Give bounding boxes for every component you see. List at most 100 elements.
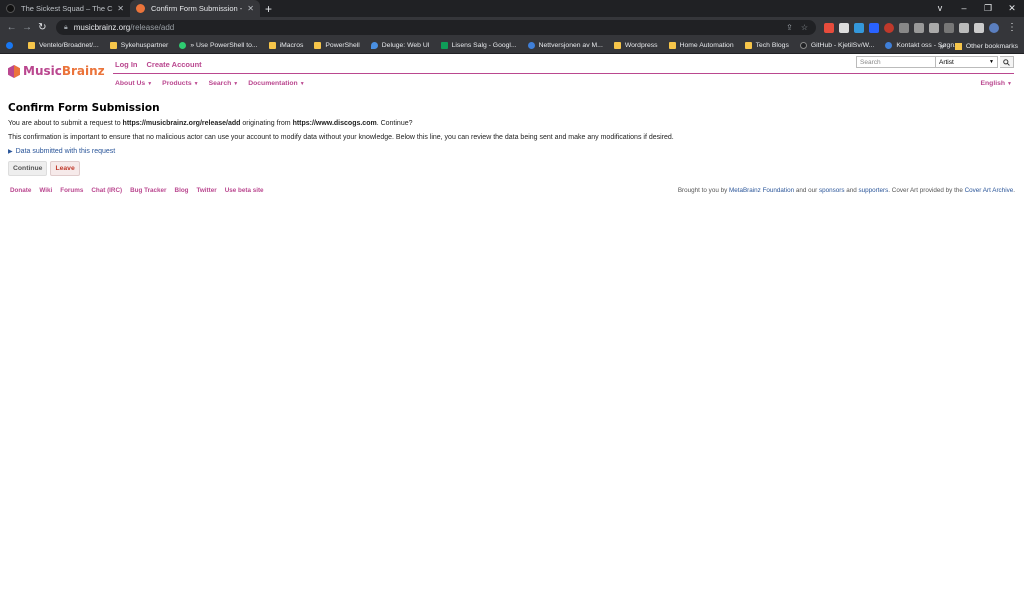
folder-icon <box>109 42 117 49</box>
footer-wiki-link[interactable]: Wiki <box>39 187 52 194</box>
extension-icon[interactable] <box>943 22 954 33</box>
extension-icon[interactable] <box>823 22 834 33</box>
tab-strip: The Sickest Squad – The Celebr ✕ Confirm… <box>0 0 1024 17</box>
bookmark-item[interactable]: Deluge: Web UI <box>370 42 430 49</box>
bookmark-item[interactable]: GitHub - KjetilSv/W... <box>799 42 874 49</box>
extension-icon[interactable] <box>853 22 864 33</box>
menu-documentation[interactable]: Documentation ▼ <box>248 80 304 87</box>
folder-icon <box>954 42 962 50</box>
continue-button[interactable]: Continue <box>8 161 48 176</box>
bookmark-item[interactable]: Tech Blogs <box>744 42 789 49</box>
reload-icon[interactable]: ↻ <box>35 22 50 33</box>
window-controls: v – ❐ ✕ <box>928 0 1024 17</box>
cover-art-archive-link[interactable]: Cover Art Archive <box>965 187 1014 194</box>
header-search: Artist ▼ <box>856 56 1014 68</box>
extension-icon[interactable] <box>868 22 879 33</box>
musicbrainz-page: MusicBrainz Log In Create Account Artist… <box>0 54 1024 194</box>
footer-bug-tracker-link[interactable]: Bug Tracker <box>130 187 166 194</box>
extension-icon[interactable] <box>928 22 939 33</box>
ublock-icon[interactable] <box>883 22 894 33</box>
search-button[interactable] <box>1000 56 1014 68</box>
folder-icon <box>668 42 676 49</box>
mail-icon <box>527 42 535 49</box>
form-actions: Continue Leave <box>8 161 1013 176</box>
footer-credits: Brought to you by MetaBrainz Foundation … <box>677 187 1015 194</box>
profile-avatar-icon[interactable] <box>988 22 999 33</box>
tab-confirm-form[interactable]: Confirm Form Submission - Mus ✕ <box>130 0 260 17</box>
other-bookmarks[interactable]: Other bookmarks <box>954 38 1018 53</box>
folder-icon <box>268 42 276 49</box>
bookmark-item[interactable]: Nettversjonen av M... <box>527 42 603 49</box>
security-explanation: This confirmation is important to ensure… <box>8 134 674 141</box>
github-icon <box>799 42 807 49</box>
drop-icon <box>370 42 378 49</box>
browser-chrome: The Sickest Squad – The Celebr ✕ Confirm… <box>0 0 1024 54</box>
confirm-message: You are about to submit a request to htt… <box>8 120 413 127</box>
browser-toolbar: ← → ↻ 🔒︎ musicbrainz.org /release/add ⇪ … <box>0 17 1024 38</box>
caret-down-icon: ▼ <box>1007 81 1012 87</box>
close-window-icon[interactable]: ✕ <box>1000 0 1024 17</box>
bookmark-item[interactable]: Kontakt oss - Søgn... <box>885 42 960 49</box>
footer-donate-link[interactable]: Donate <box>10 187 31 194</box>
bookmark-item[interactable]: » Use PowerShell to... <box>179 42 258 49</box>
footer-beta-site-link[interactable]: Use beta site <box>225 187 264 194</box>
moon-icon <box>885 42 893 49</box>
new-tab-plus-icon[interactable]: + <box>260 0 277 17</box>
restore-icon[interactable]: ❐ <box>976 0 1000 17</box>
back-arrow-icon[interactable]: ← <box>4 22 19 33</box>
leave-button[interactable]: Leave <box>50 161 80 176</box>
bookmark-item[interactable]: Wordpress <box>613 42 658 49</box>
bookmark-item[interactable]: PowerShell <box>314 42 360 49</box>
bookmark-facebook[interactable] <box>6 42 17 49</box>
menu-products[interactable]: Products ▼ <box>162 80 198 87</box>
login-link[interactable]: Log In <box>115 60 138 69</box>
sidebar-icon[interactable] <box>973 22 984 33</box>
footer-twitter-link[interactable]: Twitter <box>197 187 217 194</box>
menu-search[interactable]: Search ▼ <box>209 80 239 87</box>
url-domain: musicbrainz.org <box>73 23 131 32</box>
share-icon[interactable]: ⇪ <box>786 23 793 32</box>
footer-chat-link[interactable]: Chat (IRC) <box>91 187 122 194</box>
bookmark-item[interactable]: Home Automation <box>668 42 734 49</box>
bookmark-item[interactable]: iMacros <box>268 42 303 49</box>
sheets-icon <box>440 42 448 49</box>
address-bar[interactable]: 🔒︎ musicbrainz.org /release/add ⇪ ☆ <box>55 20 816 35</box>
create-account-link[interactable]: Create Account <box>147 60 202 69</box>
puzzle-icon[interactable] <box>958 22 969 33</box>
tab-close-icon[interactable]: ✕ <box>247 4 254 13</box>
caret-down-icon: ▼ <box>193 81 199 87</box>
menu-left: About Us ▼ Products ▼ Search ▼ Documentatio… <box>115 80 305 87</box>
tab-search-icon[interactable]: v <box>928 0 952 17</box>
disclosure-triangle-icon: ▶ <box>8 149 13 155</box>
bookmarks-overflow-icon[interactable]: » <box>940 38 944 53</box>
bookmark-star-icon[interactable]: ☆ <box>801 23 808 32</box>
chevron-down-icon: ▼ <box>989 59 994 65</box>
menu-kebab-icon[interactable]: ⋮ <box>1004 22 1020 33</box>
target-url: https://musicbrainz.org/release/add <box>122 120 241 127</box>
search-type-select[interactable]: Artist ▼ <box>936 56 998 68</box>
menu-about-us[interactable]: About Us ▼ <box>115 80 152 87</box>
search-input[interactable] <box>856 56 936 68</box>
bookmark-item[interactable]: Ventelo/Broadnet/... <box>28 42 99 49</box>
folder-icon <box>314 42 322 49</box>
menu-language[interactable]: English ▼ <box>981 80 1013 87</box>
minimize-icon[interactable]: – <box>952 0 976 17</box>
footer-blog-link[interactable]: Blog <box>175 187 189 194</box>
extension-icon[interactable] <box>913 22 924 33</box>
submitted-data-toggle[interactable]: ▶ Data submitted with this request <box>8 148 1013 155</box>
extension-icon[interactable] <box>898 22 909 33</box>
tab-close-icon[interactable]: ✕ <box>117 4 124 13</box>
forward-arrow-icon[interactable]: → <box>19 22 34 33</box>
bookmark-item[interactable]: Lisens Salg - Googl... <box>440 42 517 49</box>
sponsors-link[interactable]: sponsors <box>819 187 845 194</box>
metabrainz-link[interactable]: MetaBrainz Foundation <box>729 187 794 194</box>
globe-icon <box>179 42 187 49</box>
tab-sickest-squad[interactable]: The Sickest Squad – The Celebr ✕ <box>0 0 130 17</box>
extension-icon[interactable] <box>838 22 849 33</box>
bookmark-item[interactable]: Sykehuspartner <box>109 42 168 49</box>
search-type-value: Artist <box>939 58 954 66</box>
supporters-link[interactable]: supporters <box>859 187 889 194</box>
footer-forums-link[interactable]: Forums <box>60 187 83 194</box>
bookmarks-bar: Ventelo/Broadnet/... Sykehuspartner » Us… <box>0 38 1024 54</box>
url-path: /release/add <box>130 23 175 32</box>
